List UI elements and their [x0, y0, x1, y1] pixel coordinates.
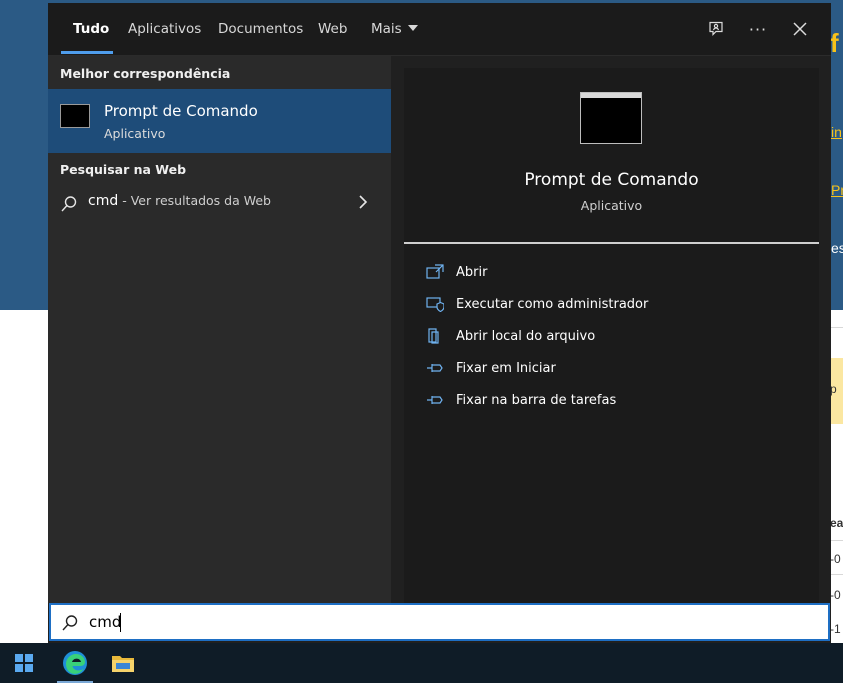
text-cursor [120, 613, 121, 632]
start-button[interactable] [0, 643, 48, 683]
best-match-item[interactable]: Prompt de Comando Aplicativo [48, 89, 391, 153]
file-location-icon [428, 328, 439, 344]
tab-aplicativos[interactable]: Aplicativos [128, 21, 201, 37]
search-input[interactable]: cmd [89, 613, 121, 631]
feedback-icon [709, 21, 723, 36]
window-titlebar [581, 93, 641, 98]
command-prompt-large-icon [580, 92, 642, 144]
feedback-button[interactable] [704, 17, 728, 41]
action-label: Abrir [456, 265, 488, 280]
action-label: Fixar em Iniciar [456, 361, 556, 376]
taskbar-edge-button[interactable] [51, 643, 99, 683]
folder-icon [112, 656, 134, 672]
background-text: f [830, 28, 839, 58]
preview-pane: Prompt de Comando Aplicativo Abrir Execu… [404, 68, 819, 603]
preview-divider [404, 242, 819, 244]
pin-icon [427, 364, 443, 372]
shield-admin-icon [426, 297, 444, 312]
background-divider [831, 574, 843, 575]
background-text: -1 [830, 622, 841, 636]
tab-tudo[interactable]: Tudo [73, 21, 109, 37]
search-tabs-bar: Tudo Aplicativos Documentos Web Mais ··· [48, 3, 831, 56]
background-divider [831, 540, 843, 541]
action-label: Executar como administrador [456, 297, 649, 312]
background-text: ea [830, 516, 843, 530]
search-icon [61, 196, 77, 212]
edge-icon [63, 651, 87, 675]
background-divider [831, 327, 843, 328]
open-icon [426, 264, 444, 279]
action-abrir-local[interactable]: Abrir local do arquivo [426, 326, 806, 348]
action-fixar-barra[interactable]: Fixar na barra de tarefas [426, 390, 806, 412]
close-icon [793, 22, 807, 36]
tab-web[interactable]: Web [318, 21, 347, 37]
web-search-query: cmd [88, 193, 119, 209]
web-search-label: cmd - Ver resultados da Web [88, 193, 271, 209]
search-icon [62, 615, 78, 631]
search-box[interactable]: cmd [49, 603, 830, 641]
close-button[interactable] [788, 17, 812, 41]
background-text: Pre [831, 182, 843, 198]
preview-title: Prompt de Comando [524, 170, 699, 190]
taskbar-file-explorer-button[interactable] [99, 643, 147, 683]
best-match-title: Prompt de Comando [104, 102, 258, 120]
results-list: Melhor correspondência Prompt de Comando… [48, 56, 391, 603]
web-search-item[interactable]: cmd - Ver resultados da Web [48, 189, 391, 219]
action-label: Fixar na barra de tarefas [456, 393, 617, 408]
action-label: Abrir local do arquivo [456, 329, 596, 344]
active-tab-indicator [61, 51, 113, 54]
action-executar-admin[interactable]: Executar como administrador [426, 294, 806, 316]
taskbar [0, 643, 843, 683]
background-text: es [831, 240, 843, 256]
best-match-subtitle: Aplicativo [104, 126, 166, 141]
web-search-suffix: - Ver resultados da Web [118, 193, 271, 208]
command-prompt-icon [60, 104, 90, 128]
background-text: -0 [830, 552, 841, 566]
background-text: -0 [830, 588, 841, 602]
best-match-heading: Melhor correspondência [60, 66, 231, 81]
chevron-right-icon [359, 195, 368, 209]
windows-logo-icon [15, 654, 33, 672]
action-abrir[interactable]: Abrir [426, 262, 806, 284]
tab-mais-label: Mais [371, 21, 402, 37]
more-options-button[interactable]: ··· [746, 17, 770, 41]
background-text: in [831, 124, 842, 140]
ellipsis-icon: ··· [748, 19, 768, 39]
tab-mais[interactable]: Mais [371, 21, 418, 37]
chevron-down-icon [407, 25, 418, 31]
background-text: p [830, 382, 837, 396]
pin-icon [427, 396, 443, 404]
preview-subtitle: Aplicativo [580, 198, 643, 213]
web-search-heading: Pesquisar na Web [60, 162, 187, 177]
action-fixar-iniciar[interactable]: Fixar em Iniciar [426, 358, 806, 380]
search-panel: Tudo Aplicativos Documentos Web Mais ···… [48, 3, 831, 643]
tab-documentos[interactable]: Documentos [218, 21, 303, 37]
